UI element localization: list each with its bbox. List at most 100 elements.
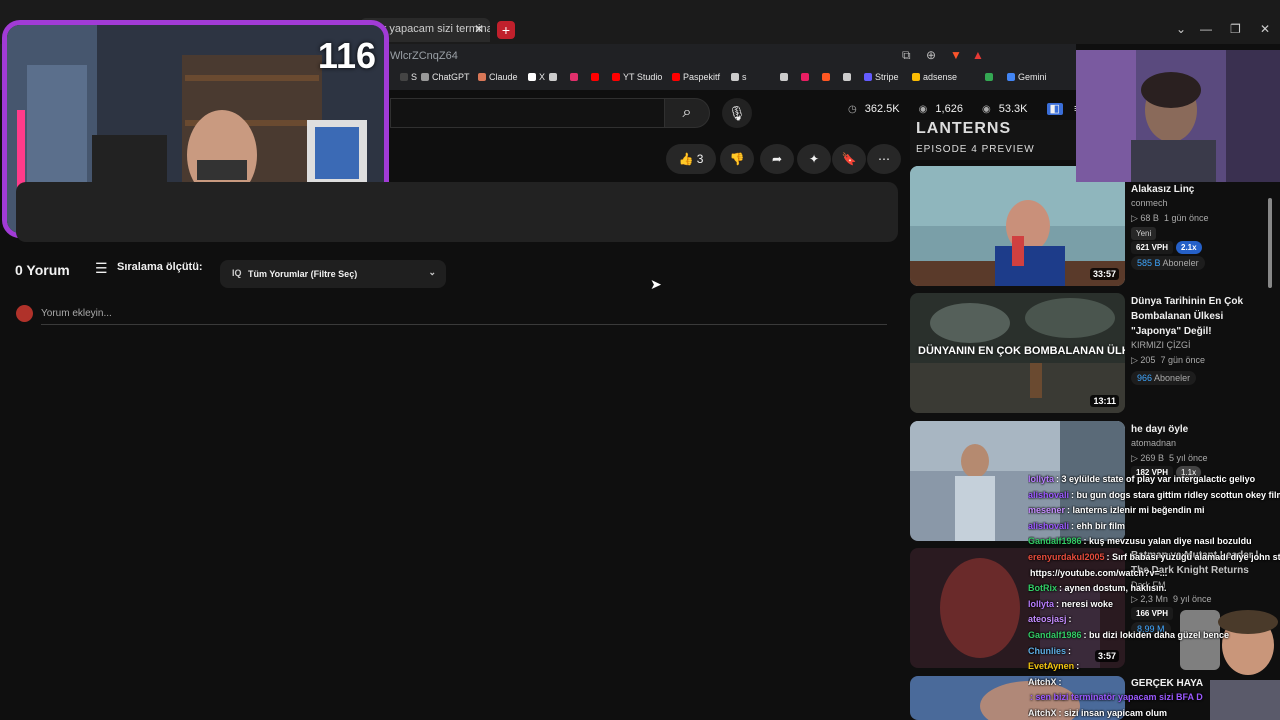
video-meta: ▷ 68 B 1 gün önce xyxy=(1131,213,1209,223)
chat-username: AitchX xyxy=(1028,707,1057,718)
bookmark-item[interactable] xyxy=(801,72,812,82)
comments-count: 0 Yorum xyxy=(15,262,70,278)
search-input[interactable] xyxy=(390,98,665,128)
video-thumbnail[interactable]: DÜNYANIN EN ÇOK BOMBALANAN ÜLKESİ 13:11 xyxy=(910,293,1125,413)
chat-text: : neresi woke xyxy=(1056,598,1114,609)
video-title[interactable]: Alakasız Linç xyxy=(1131,182,1266,197)
guest-webcam xyxy=(1076,50,1280,182)
share-button[interactable]: ➦ xyxy=(760,144,794,174)
subscriber-count: 585 B Aboneler xyxy=(1131,256,1205,270)
sort-button[interactable]: Sıralama ölçütü: xyxy=(117,261,203,273)
video-title[interactable]: he dayı öyle xyxy=(1131,422,1266,437)
chat-message: https://youtube.com/watch?v=... xyxy=(1028,568,1280,584)
chat-username: erenyurdakul2005 xyxy=(1028,551,1105,562)
ask-ai-button[interactable]: ✦ xyxy=(797,144,831,174)
chat-text: : 3 eylülde state of play var intergalac… xyxy=(1056,474,1256,484)
bookmark-favicon-icon xyxy=(549,73,557,81)
video-channel[interactable]: KIRMIZI ÇİZGİ xyxy=(1131,340,1191,350)
brave-shield-icon[interactable]: ▼ xyxy=(950,48,962,62)
more-actions-button[interactable]: ⋯ xyxy=(867,144,901,174)
stat-item: ◉ 1,626 xyxy=(918,103,963,115)
bookmark-item[interactable] xyxy=(843,72,854,82)
comment-filter-dropdown[interactable]: IQ Tüm Yorumlar (Filtre Seç) ⌄ xyxy=(220,260,446,288)
bookmark-item[interactable]: Stripe xyxy=(864,72,899,82)
banner-subtitle: EPISODE 4 PREVIEW xyxy=(916,144,1035,155)
chat-text: : xyxy=(1068,614,1072,625)
bookmark-favicon-icon xyxy=(1007,73,1015,81)
filter-icon: IQ xyxy=(232,268,242,278)
bookmark-item[interactable]: adsense xyxy=(912,72,957,82)
bookmark-item[interactable] xyxy=(591,72,602,82)
add-comment-input[interactable]: Yorum ekleyin... xyxy=(41,308,112,319)
chat-message: AitchX: sizi insan yapicam olum xyxy=(1028,708,1280,720)
open-external-icon[interactable]: ⧉ xyxy=(902,48,911,63)
close-window-icon[interactable]: ✕ xyxy=(1260,22,1270,36)
close-tab-icon[interactable]: ✕ xyxy=(474,22,484,36)
rewards-icon[interactable]: ▲ xyxy=(972,48,984,62)
bookmark-favicon-icon xyxy=(822,73,830,81)
chat-text: : bu gun dogs stara gittim ridley scottu… xyxy=(1071,489,1280,500)
chat-message: Gandalf1986: bu dizi lokiden daha güzel … xyxy=(1028,630,1280,646)
voice-search-button[interactable]: 🎙 xyxy=(722,98,752,128)
bookmark-item[interactable]: Paspekitf xyxy=(672,72,720,82)
video-title[interactable]: Dünya Tarihinin En Çok Bombalanan Ülkesi… xyxy=(1131,294,1266,339)
chat-username: lollyta xyxy=(1028,598,1055,609)
sidebar-scrollbar[interactable] xyxy=(1268,198,1272,288)
chevron-down-icon: ⌄ xyxy=(428,267,436,277)
sort-icon[interactable]: ☰ xyxy=(95,260,108,277)
bookmark-favicon-icon xyxy=(780,73,788,81)
tab-search-icon[interactable]: ⌄ xyxy=(1176,22,1186,36)
bookmark-favicon-icon xyxy=(801,73,809,81)
extension-icon[interactable]: ◧ xyxy=(1046,103,1063,115)
chat-message: mesener: lanterns izlenir mi beğendin mi xyxy=(1028,505,1280,521)
bookmark-item[interactable] xyxy=(822,72,833,82)
video-description[interactable] xyxy=(16,182,898,242)
bookmark-item[interactable] xyxy=(985,72,996,82)
mouse-cursor-icon: ➤ xyxy=(650,276,662,292)
chat-text: : sizi insan yapicam olum xyxy=(1058,707,1168,718)
chat-message: ateosjasj: xyxy=(1028,614,1280,630)
vph-badge: 621 VPH xyxy=(1131,241,1174,254)
chat-text: : xyxy=(1058,676,1062,687)
bookmark-item[interactable]: Claude xyxy=(478,72,518,82)
chat-username: alishovali xyxy=(1028,520,1070,531)
chat-text: : Sırf babası yüzüğü alamadı diye john s… xyxy=(1106,551,1280,562)
save-button[interactable]: 🔖 xyxy=(832,144,866,174)
video-meta: ▷ 269 B 5 yıl önce xyxy=(1131,453,1208,463)
bookmark-item[interactable]: YT Studio xyxy=(612,72,662,82)
bookmark-item[interactable]: X xyxy=(528,72,545,82)
chat-message: EvetAynen: xyxy=(1028,661,1280,677)
video-thumbnail[interactable]: 33:57 xyxy=(910,166,1125,286)
chat-message: AitchX: xyxy=(1028,677,1280,693)
minimize-icon[interactable]: — xyxy=(1200,22,1212,36)
bookmark-item[interactable]: s xyxy=(731,72,747,82)
sparkle-icon: ✦ xyxy=(808,152,820,166)
zoom-icon[interactable]: ⊕ xyxy=(926,48,936,62)
eye-icon: ◉ xyxy=(982,104,991,115)
chat-username: EvetAynen xyxy=(1028,661,1075,672)
chat-username: Gandalf1986 xyxy=(1028,536,1082,547)
chat-message: Gandalf1986: kuş mevzusu yalan diye nası… xyxy=(1028,536,1280,552)
video-channel[interactable]: conmech xyxy=(1131,198,1168,208)
chat-username: Chunlies xyxy=(1028,645,1067,656)
webcam-video xyxy=(1076,50,1280,182)
bookmark-item[interactable]: S xyxy=(400,72,417,82)
video-channel[interactable]: atomadnan xyxy=(1131,438,1176,448)
bookmark-item[interactable]: ChatGPT xyxy=(421,72,470,82)
bookmark-item[interactable] xyxy=(549,72,560,82)
dislike-button[interactable]: 👎 xyxy=(720,144,754,174)
chat-message: alishovali: bu gun dogs stara gittim rid… xyxy=(1028,490,1280,506)
viewer-count: 116 xyxy=(317,35,376,76)
maximize-icon[interactable]: ❐ xyxy=(1230,22,1241,36)
bookmark-item[interactable] xyxy=(780,72,791,82)
chat-text: : lanterns izlenir mi beğendin mi xyxy=(1067,505,1205,516)
chat-message: lollyta: neresi woke xyxy=(1028,599,1280,615)
like-button[interactable]: 👍 3 xyxy=(666,144,716,174)
bookmark-item[interactable] xyxy=(570,72,581,82)
new-tab-button[interactable]: + xyxy=(497,21,515,39)
chat-text: : aynen dostum, haklısın. xyxy=(1059,583,1167,594)
search-button[interactable]: ⌕ xyxy=(664,98,710,128)
chat-username: alishovali xyxy=(1028,489,1070,500)
bookmark-item[interactable]: Gemini xyxy=(1007,72,1047,82)
chat-text: : bu dizi lokiden daha güzel bence xyxy=(1083,629,1230,640)
